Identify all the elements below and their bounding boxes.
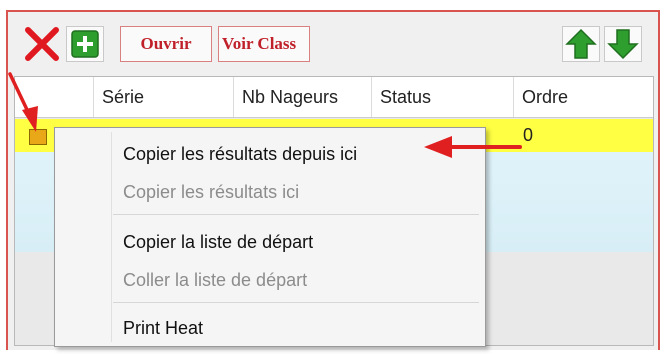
menu-item-print-heat[interactable]: Print Heat <box>123 310 203 346</box>
menu-item-copy-start-list[interactable]: Copier la liste de départ <box>123 224 313 260</box>
red-x-icon <box>25 27 59 61</box>
menu-item-copy-results-from-here[interactable]: Copier les résultats depuis ici <box>123 136 357 172</box>
menu-item-paste-start-list: Coller la liste de départ <box>123 270 308 290</box>
header-serie[interactable]: Série <box>93 77 233 117</box>
open-button-label: Ouvrir <box>140 34 192 53</box>
heat-row-icon <box>29 129 47 145</box>
grid-header: Série Nb Nageurs Status Ordre <box>15 77 653 118</box>
menu-item-copy-results-here: Copier les résultats ici <box>123 182 300 202</box>
header-nb-nageurs[interactable]: Nb Nageurs <box>233 77 371 117</box>
header-select-column <box>15 77 93 117</box>
menu-icon-gutter <box>111 132 112 342</box>
menu-separator <box>113 302 479 303</box>
add-button[interactable] <box>66 26 104 62</box>
green-up-arrow-icon <box>565 28 597 59</box>
header-ordre[interactable]: Ordre <box>513 77 653 117</box>
row-ordre-value: 0 <box>523 125 534 145</box>
context-menu: Copier les résultats depuis ici Copier l… <box>54 127 486 347</box>
move-down-button[interactable] <box>604 26 642 62</box>
green-plus-icon <box>71 30 99 58</box>
view-classification-button[interactable]: Voir Class <box>218 26 310 62</box>
move-up-button[interactable] <box>562 26 600 62</box>
view-classification-label: Voir Class <box>222 34 297 53</box>
menu-separator <box>113 214 479 215</box>
open-button[interactable]: Ouvrir <box>120 26 212 62</box>
green-down-arrow-icon <box>607 29 639 60</box>
toolbar: Ouvrir Voir Class <box>10 14 656 74</box>
header-status[interactable]: Status <box>371 77 513 117</box>
delete-button[interactable] <box>22 26 62 62</box>
